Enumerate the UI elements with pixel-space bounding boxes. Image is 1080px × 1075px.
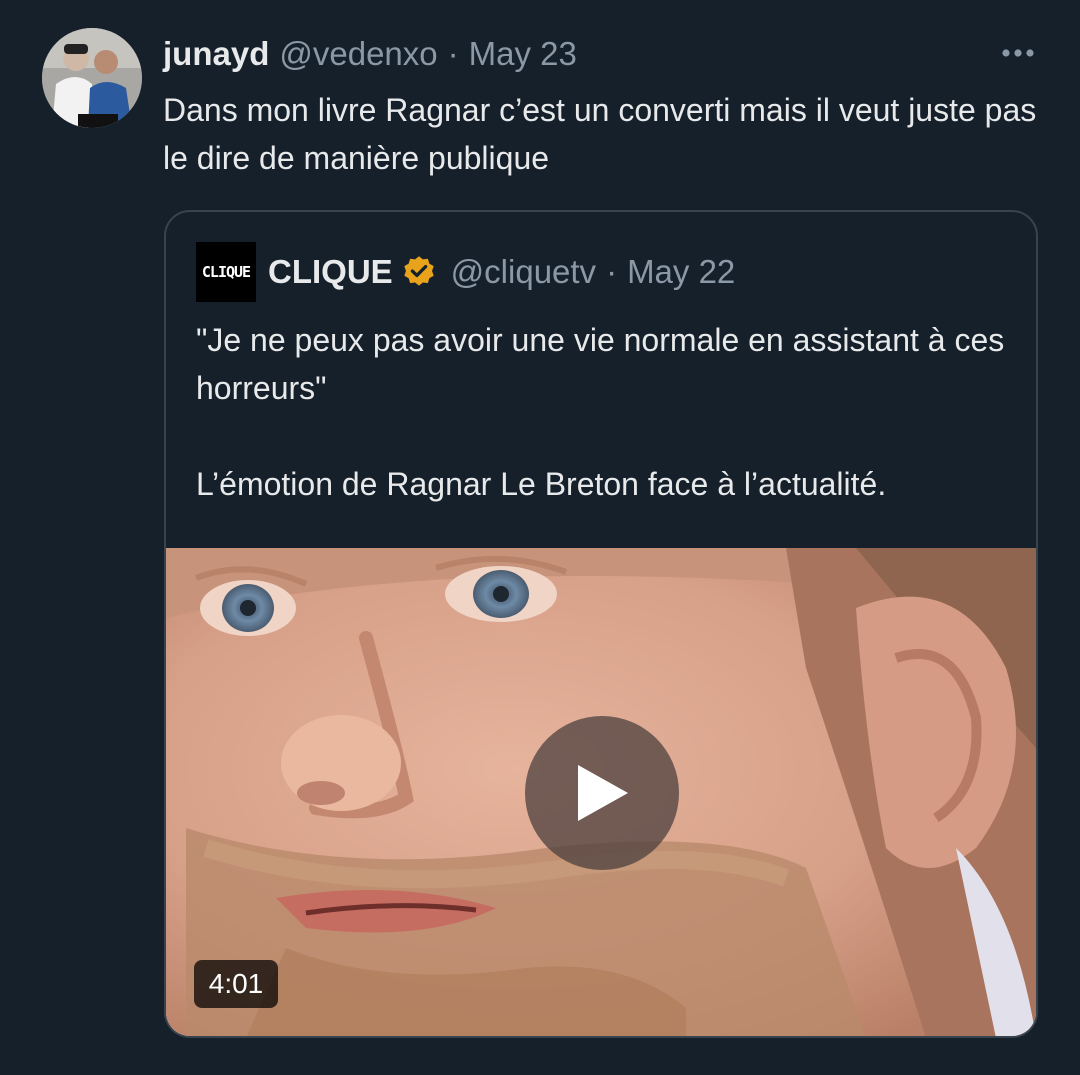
quoted-text-quote: "Je ne peux pas avoir une vie normale en… [196, 322, 1005, 406]
quoted-author-name[interactable]: CLIQUE [268, 253, 393, 291]
quoted-avatar-logo[interactable]: CLIQUE [196, 242, 256, 302]
quoted-header: CLIQUE CLIQUE @cliquetv · May 22 [196, 242, 735, 302]
avatar-photo [42, 28, 142, 128]
logo-text: CLIQUE [201, 263, 251, 281]
quoted-separator: · [606, 253, 618, 290]
tweet-header: junayd @vedenxo · May 23 [163, 32, 577, 76]
quoted-text: "Je ne peux pas avoir une vie normale en… [196, 316, 1016, 508]
header-separator: · [447, 35, 459, 72]
quoted-author-handle[interactable]: @cliquetv [451, 253, 596, 291]
quoted-date[interactable]: May 22 [627, 253, 735, 291]
play-icon [578, 765, 628, 821]
more-horizontal-icon [1002, 49, 1034, 57]
play-button[interactable] [525, 716, 679, 870]
quoted-text-caption: L’émotion de Ragnar Le Breton face à l’a… [196, 466, 887, 502]
tweet-text: Dans mon livre Ragnar c’est un converti … [163, 92, 1037, 176]
author-avatar[interactable] [42, 28, 142, 128]
video-duration-badge: 4:01 [194, 960, 278, 1008]
verified-badge-icon [401, 254, 437, 290]
tweet-date[interactable]: May 23 [469, 35, 577, 73]
more-options-button[interactable] [1000, 38, 1036, 68]
author-handle[interactable]: @vedenxo [279, 35, 437, 73]
video-player[interactable]: 4:01 [166, 548, 1036, 1036]
author-name[interactable]: junayd [163, 35, 269, 73]
quoted-tweet[interactable]: CLIQUE CLIQUE @cliquetv · May 22 "Je ne … [164, 210, 1038, 1038]
